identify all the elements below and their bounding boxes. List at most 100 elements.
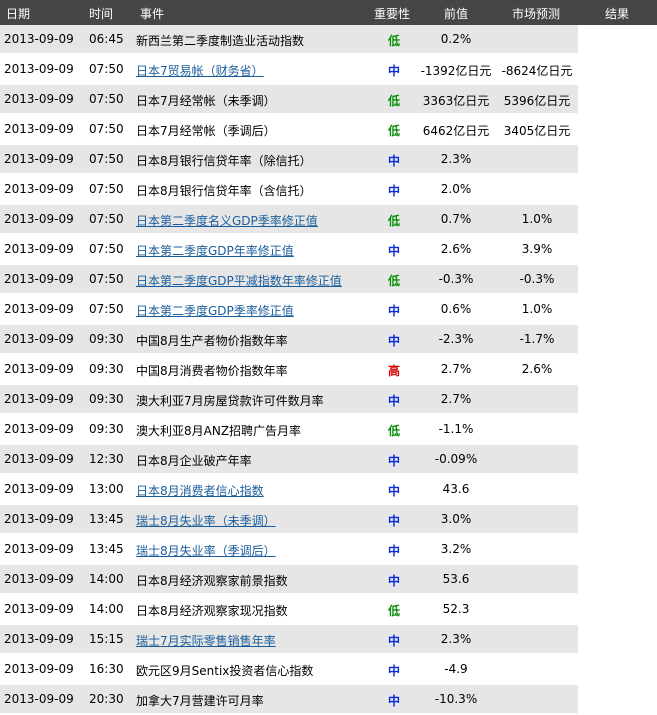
table-row: 2013-09-09 07:50 日本第二季度GDP年率修正值 中 2.6% 3.9% — [0, 235, 657, 265]
date-cell: 2013-09-09 — [4, 152, 74, 166]
previous-value-cell: -1392亿日元 — [420, 64, 492, 78]
date-cell: 2013-09-09 — [4, 512, 74, 526]
time-cell: 14:00 — [89, 602, 124, 616]
previous-value-cell: 6462亿日元 — [422, 124, 490, 138]
time-cell: 07:50 — [89, 242, 124, 256]
previous-value-cell: 2.7% — [440, 392, 472, 406]
table-row: 2013-09-09 20:30 加拿大7月营建许可月率 中 -10.3% — [0, 685, 657, 715]
table-row: 2013-09-09 13:45 瑞士8月失业率（未季调） 中 3.0% — [0, 505, 657, 535]
event-cell: 加拿大7月营建许可月率 — [136, 694, 264, 708]
time-cell: 07:50 — [89, 182, 124, 196]
date-cell: 2013-09-09 — [4, 572, 74, 586]
date-cell: 2013-09-09 — [4, 662, 74, 676]
event-cell: 日本8月经济观察家现况指数 — [136, 604, 288, 618]
table-row: 2013-09-09 14:00 日本8月经济观察家前景指数 中 53.6 — [0, 565, 657, 595]
date-cell: 2013-09-09 — [4, 62, 74, 76]
time-cell: 13:00 — [89, 482, 124, 496]
forecast-cell: 2.6% — [521, 362, 553, 376]
time-cell: 07:50 — [89, 122, 124, 136]
previous-value-cell: 53.6 — [442, 572, 470, 586]
event-link[interactable]: 日本8月消费者信心指数 — [136, 482, 264, 499]
event-cell: 新西兰第二季度制造业活动指数 — [136, 34, 305, 48]
table-row: 2013-09-09 13:45 瑞士8月失业率（季调后） 中 3.2% — [0, 535, 657, 565]
forecast-cell: 5396亿日元 — [503, 94, 571, 108]
time-cell: 09:30 — [89, 332, 124, 346]
importance-badge: 低 — [387, 124, 400, 138]
previous-value-cell: 2.0% — [440, 182, 472, 196]
date-cell: 2013-09-09 — [4, 422, 74, 436]
event-cell: 中国8月生产者物价指数年率 — [136, 334, 288, 348]
importance-badge: 低 — [387, 604, 400, 618]
event-link[interactable]: 日本第二季度名义GDP季率修正值 — [136, 212, 318, 229]
importance-badge: 中 — [387, 634, 400, 648]
event-link[interactable]: 日本7贸易帐（财务省） — [136, 62, 264, 79]
date-cell: 2013-09-09 — [4, 392, 74, 406]
importance-badge: 高 — [387, 364, 400, 378]
event-cell: 日本7月经常帐（未季调） — [136, 94, 276, 108]
time-cell: 20:30 — [89, 692, 124, 706]
date-cell: 2013-09-09 — [4, 32, 74, 46]
table-row: 2013-09-09 09:30 澳大利亚8月ANZ招聘广告月率 低 -1.1% — [0, 415, 657, 445]
event-cell: 日本8月银行信贷年率（含信托） — [136, 184, 312, 198]
date-cell: 2013-09-09 — [4, 602, 74, 616]
date-cell: 2013-09-09 — [4, 122, 74, 136]
event-link[interactable]: 日本第二季度GDP平减指数年率修正值 — [136, 272, 342, 289]
time-cell: 07:50 — [89, 272, 124, 286]
previous-value-cell: 3363亿日元 — [422, 94, 490, 108]
event-link[interactable]: 日本第二季度GDP季率修正值 — [136, 302, 294, 319]
importance-badge: 中 — [387, 664, 400, 678]
header-previous: 前值 — [444, 7, 469, 21]
importance-badge: 中 — [387, 514, 400, 528]
time-cell: 09:30 — [89, 392, 124, 406]
importance-badge: 中 — [387, 244, 400, 258]
time-cell: 09:30 — [89, 362, 124, 376]
previous-value-cell: 2.3% — [440, 632, 472, 646]
previous-value-cell: -0.09% — [434, 452, 478, 466]
importance-badge: 中 — [387, 694, 400, 708]
importance-badge: 中 — [387, 334, 400, 348]
forecast-cell: 1.0% — [521, 302, 553, 316]
previous-value-cell: -2.3% — [438, 332, 474, 346]
forecast-cell: 3.9% — [521, 242, 553, 256]
date-cell: 2013-09-09 — [4, 92, 74, 106]
importance-badge: 低 — [387, 274, 400, 288]
date-cell: 2013-09-09 — [4, 362, 74, 376]
table-row: 2013-09-09 07:50 日本第二季度名义GDP季率修正值 低 0.7% 1.0% — [0, 205, 657, 235]
previous-value-cell: 2.6% — [440, 242, 472, 256]
forecast-cell: 3405亿日元 — [503, 124, 571, 138]
time-cell: 07:50 — [89, 212, 124, 226]
table-row: 2013-09-09 09:30 中国8月生产者物价指数年率 中 -2.3% -1.7% — [0, 325, 657, 355]
date-cell: 2013-09-09 — [4, 212, 74, 226]
time-cell: 13:45 — [89, 512, 124, 526]
header-forecast: 市场预测 — [512, 7, 561, 21]
date-cell: 2013-09-09 — [4, 332, 74, 346]
previous-value-cell: 2.7% — [440, 362, 472, 376]
time-cell: 06:45 — [89, 32, 124, 46]
event-cell: 欧元区9月Sentix投资者信心指数 — [136, 664, 314, 678]
calendar-table-body: 2013-09-09 06:45 新西兰第二季度制造业活动指数低 0.2% 2013-0… — [0, 25, 657, 715]
importance-badge: 低 — [387, 94, 400, 108]
table-header: 日期 时间 事件 重要性 前值 市场预测 结果 — [0, 0, 657, 25]
importance-badge: 中 — [387, 64, 400, 78]
event-link[interactable]: 瑞士7月实际零售销售年率 — [136, 632, 276, 649]
time-cell: 07:50 — [89, 152, 124, 166]
date-cell: 2013-09-09 — [4, 692, 74, 706]
header-importance: 重要性 — [374, 7, 411, 21]
previous-value-cell: 3.2% — [440, 542, 472, 556]
previous-value-cell: -0.3% — [438, 272, 474, 286]
table-row: 2013-09-09 06:45 新西兰第二季度制造业活动指数 低 0.2% — [0, 25, 657, 55]
event-link[interactable]: 日本第二季度GDP年率修正值 — [136, 242, 294, 259]
event-link[interactable]: 瑞士8月失业率（未季调） — [136, 512, 276, 529]
event-cell: 日本7月经常帐（季调后） — [136, 124, 276, 138]
event-link[interactable]: 瑞士8月失业率（季调后） — [136, 542, 276, 559]
previous-value-cell: 0.7% — [440, 212, 472, 226]
importance-badge: 中 — [387, 184, 400, 198]
time-cell: 14:00 — [89, 572, 124, 586]
table-row: 2013-09-09 07:50 日本第二季度GDP平减指数年率修正值 低 -0.3% -… — [0, 265, 657, 295]
event-cell: 日本8月企业破产年率 — [136, 454, 252, 468]
date-cell: 2013-09-09 — [4, 182, 74, 196]
time-cell: 12:30 — [89, 452, 124, 466]
importance-badge: 低 — [387, 424, 400, 438]
date-cell: 2013-09-09 — [4, 302, 74, 316]
time-cell: 15:15 — [89, 632, 124, 646]
